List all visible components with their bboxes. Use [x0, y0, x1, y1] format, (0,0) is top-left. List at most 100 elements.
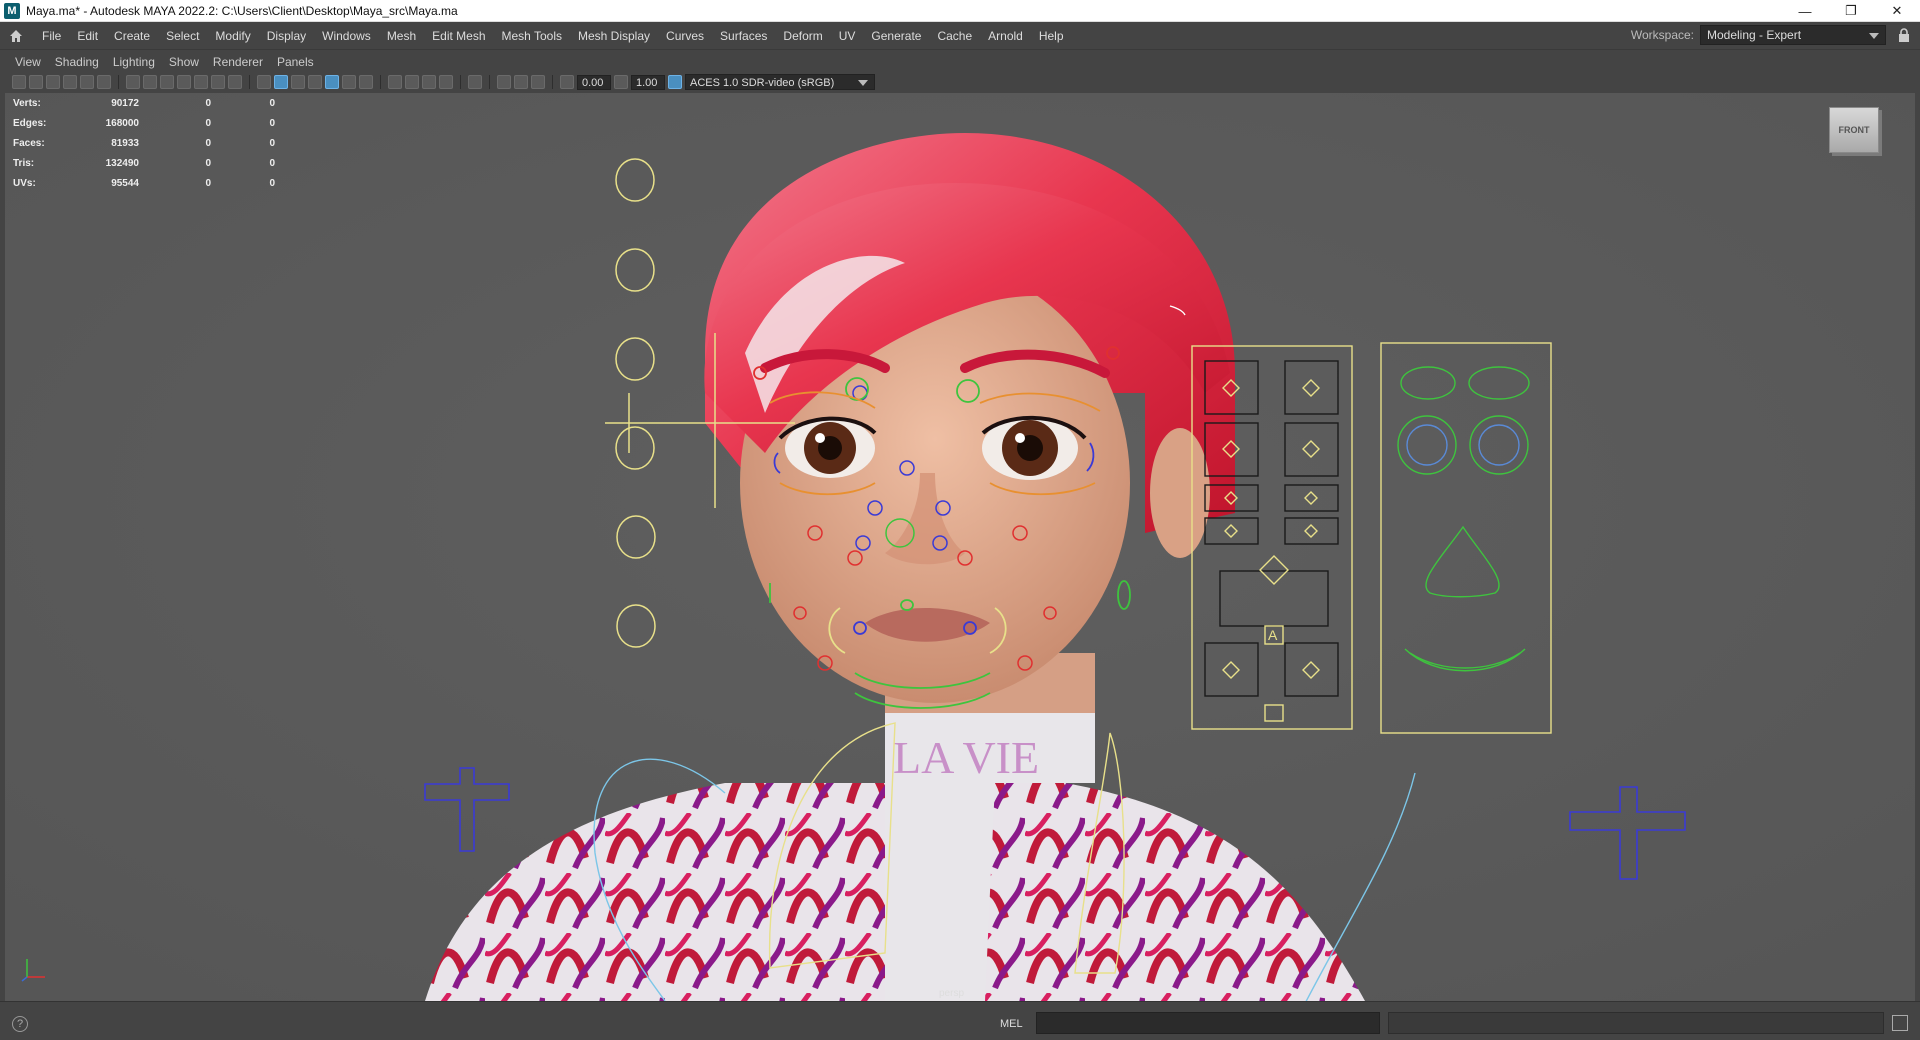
panel-menu-shading[interactable]: Shading: [48, 55, 106, 69]
workspace-dropdown[interactable]: Modeling - Expert: [1700, 25, 1886, 45]
menu-mesh-tools[interactable]: Mesh Tools: [494, 22, 570, 50]
use-all-lights-icon[interactable]: [342, 75, 356, 89]
menu-arnold[interactable]: Arnold: [980, 22, 1031, 50]
script-editor-icon[interactable]: [1892, 1015, 1908, 1031]
anti-aliasing-icon[interactable]: [422, 75, 436, 89]
textured-icon[interactable]: [325, 75, 339, 89]
menu-mesh[interactable]: Mesh: [379, 22, 424, 50]
select-camera-icon[interactable]: [12, 75, 26, 89]
toolbar-separator: [380, 75, 381, 89]
default-material-icon[interactable]: [291, 75, 305, 89]
film-gate-icon[interactable]: [143, 75, 157, 89]
menu-help[interactable]: Help: [1031, 22, 1072, 50]
wireframe-on-shaded-icon[interactable]: [308, 75, 322, 89]
hud-component: 0: [269, 97, 275, 109]
toolbar-separator: [489, 75, 490, 89]
hud-row-faces: Faces: 81933 0 0: [13, 133, 275, 153]
panel-menu-show[interactable]: Show: [162, 55, 206, 69]
hud-row-tris: Tris: 132490 0 0: [13, 153, 275, 173]
title-bar: M Maya.ma* - Autodesk MAYA 2022.2: C:\Us…: [0, 0, 1920, 22]
lock-icon[interactable]: [1898, 28, 1910, 42]
menu-select[interactable]: Select: [158, 22, 207, 50]
gamma-field[interactable]: 1.00: [631, 74, 665, 90]
menu-mesh-display[interactable]: Mesh Display: [570, 22, 658, 50]
menu-edit[interactable]: Edit: [69, 22, 106, 50]
depth-of-field-icon[interactable]: [439, 75, 453, 89]
wireframe-icon[interactable]: [257, 75, 271, 89]
bookmark-icon[interactable]: [46, 75, 60, 89]
exposure-field[interactable]: 0.00: [577, 74, 611, 90]
menu-modify[interactable]: Modify: [207, 22, 258, 50]
command-input[interactable]: [1036, 1012, 1380, 1034]
toolbar-separator: [552, 75, 553, 89]
menu-create[interactable]: Create: [106, 22, 158, 50]
2d-pan-zoom-icon[interactable]: [80, 75, 94, 89]
chevron-down-icon: [858, 80, 868, 86]
hud-selected: 0: [205, 117, 211, 129]
script-type-toggle[interactable]: MEL: [1000, 1018, 1023, 1030]
isolate-select-icon[interactable]: [468, 75, 482, 89]
menu-uv[interactable]: UV: [831, 22, 864, 50]
hud-value: 168000: [105, 117, 139, 129]
safe-title-icon[interactable]: [228, 75, 242, 89]
persp-viewport[interactable]: LA VIE A Verts: 90172 0 0 Edges: 168000 …: [5, 93, 1915, 1001]
hud-component: 0: [269, 157, 275, 169]
image-plane-icon[interactable]: [63, 75, 77, 89]
hud-label: UVs:: [13, 177, 36, 189]
xray-active-icon[interactable]: [531, 75, 545, 89]
hud-row-verts: Verts: 90172 0 0: [13, 93, 275, 113]
hud-component: 0: [269, 137, 275, 149]
gate-mask-icon[interactable]: [177, 75, 191, 89]
color-management-icon[interactable]: [668, 75, 682, 89]
menu-curves[interactable]: Curves: [658, 22, 712, 50]
panel-toolbar: 0.00 1.00 ACES 1.0 SDR-video (sRGB): [0, 72, 1920, 92]
safe-action-icon[interactable]: [211, 75, 225, 89]
grease-pencil-icon[interactable]: [97, 75, 111, 89]
collar-text: LA VIE: [893, 732, 1039, 783]
camera-attributes-icon[interactable]: [29, 75, 43, 89]
exposure-icon[interactable]: [560, 75, 574, 89]
view-transform-dropdown[interactable]: ACES 1.0 SDR-video (sRGB): [685, 74, 875, 90]
ambient-occlusion-icon[interactable]: [388, 75, 402, 89]
menu-display[interactable]: Display: [259, 22, 314, 50]
resolution-gate-icon[interactable]: [160, 75, 174, 89]
minimize-button[interactable]: —: [1782, 0, 1828, 22]
menu-surfaces[interactable]: Surfaces: [712, 22, 775, 50]
motion-blur-icon[interactable]: [405, 75, 419, 89]
shadows-icon[interactable]: [359, 75, 373, 89]
hud-selected: 0: [205, 137, 211, 149]
grid-icon[interactable]: [126, 75, 140, 89]
smooth-shade-icon[interactable]: [274, 75, 288, 89]
panel-menu-view[interactable]: View: [8, 55, 48, 69]
menu-cache[interactable]: Cache: [929, 22, 980, 50]
hud-label: Faces:: [13, 137, 45, 149]
hud-value: 81933: [111, 137, 139, 149]
toolbar-separator: [460, 75, 461, 89]
scene-render: LA VIE A: [5, 93, 1915, 1001]
panel-menu-renderer[interactable]: Renderer: [206, 55, 270, 69]
hud-row-uvs: UVs: 95544 0 0: [13, 173, 275, 193]
menu-edit-mesh[interactable]: Edit Mesh: [424, 22, 493, 50]
xray-icon[interactable]: [497, 75, 511, 89]
panel-menu-panels[interactable]: Panels: [270, 55, 321, 69]
hud-label: Tris:: [13, 157, 35, 169]
view-cube[interactable]: FRONT: [1829, 107, 1879, 153]
home-icon[interactable]: [4, 24, 28, 48]
hud-row-edges: Edges: 168000 0 0: [13, 113, 275, 133]
menu-deform[interactable]: Deform: [775, 22, 830, 50]
gamma-icon[interactable]: [614, 75, 628, 89]
window-title: Maya.ma* - Autodesk MAYA 2022.2: C:\User…: [26, 3, 458, 18]
hud-selected: 0: [205, 97, 211, 109]
toolbar-separator: [249, 75, 250, 89]
restore-button[interactable]: ❐: [1828, 0, 1874, 22]
close-button[interactable]: ✕: [1874, 0, 1920, 22]
menu-windows[interactable]: Windows: [314, 22, 379, 50]
field-chart-icon[interactable]: [194, 75, 208, 89]
menu-file[interactable]: File: [34, 22, 69, 50]
help-icon[interactable]: ?: [12, 1016, 28, 1032]
panel-menu-bar: View Shading Lighting Show Renderer Pane…: [0, 51, 1920, 72]
panel-menu-lighting[interactable]: Lighting: [106, 55, 162, 69]
menu-generate[interactable]: Generate: [863, 22, 929, 50]
xray-joints-icon[interactable]: [514, 75, 528, 89]
workspace-label: Workspace:: [1630, 28, 1694, 42]
